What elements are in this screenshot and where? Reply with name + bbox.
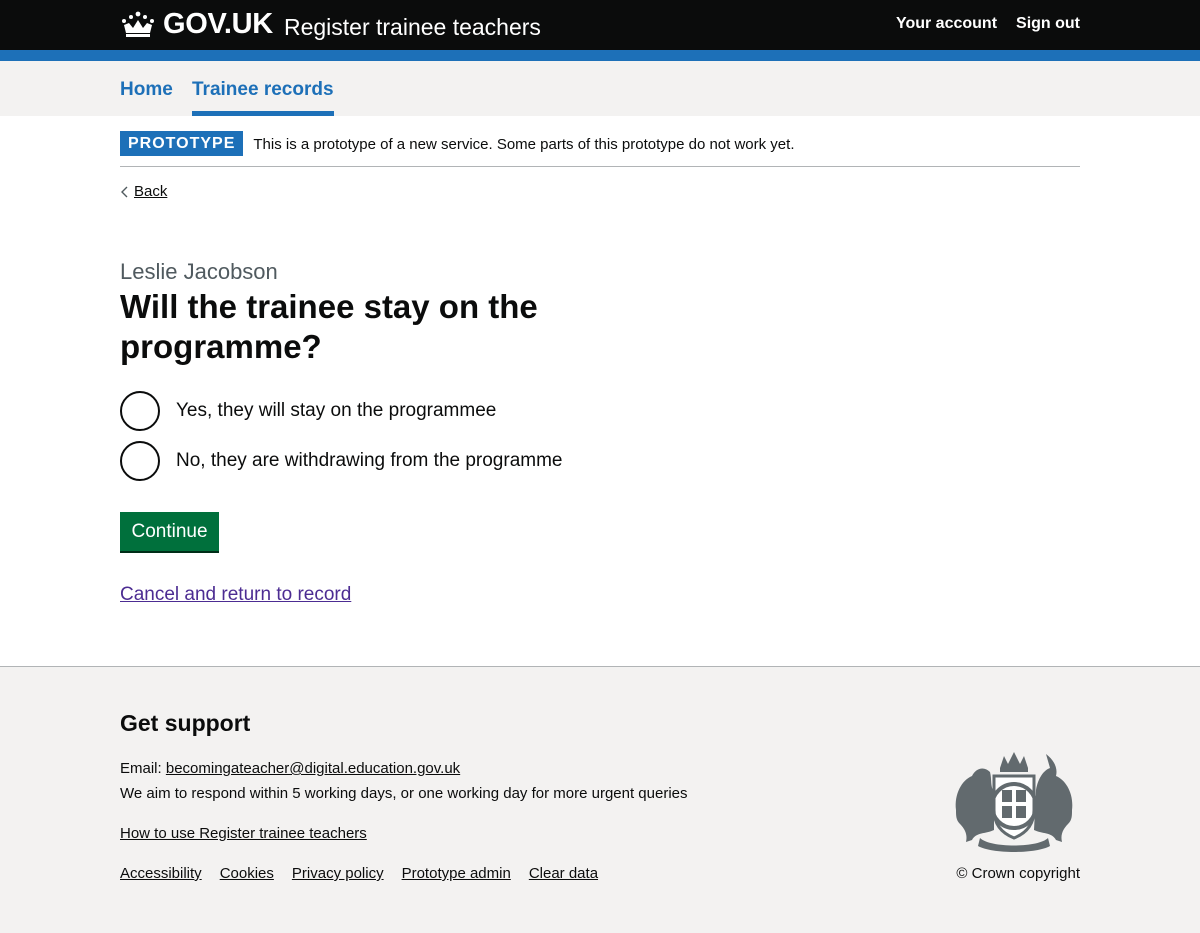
header-blue-bar	[0, 50, 1200, 61]
phase-banner-text: This is a prototype of a new service. So…	[253, 136, 795, 153]
footer-link-privacy[interactable]: Privacy policy	[292, 865, 384, 882]
footer-link-prototype-admin[interactable]: Prototype admin	[402, 865, 511, 882]
footer-links: Accessibility Cookies Privacy policy Pro…	[120, 865, 598, 882]
radio-withdraw[interactable]: No, they are withdrawing from the progra…	[120, 441, 563, 481]
service-name[interactable]: Register trainee teachers	[284, 14, 541, 41]
email-label: Email:	[120, 760, 162, 777]
footer-link-clear-data[interactable]: Clear data	[529, 865, 598, 882]
footer-link-accessibility[interactable]: Accessibility	[120, 865, 202, 882]
site-header: GOV.UK Register trainee teachers Your ac…	[0, 0, 1200, 50]
crown-copyright[interactable]: © Crown copyright	[956, 865, 1080, 882]
sign-out-link[interactable]: Sign out	[1016, 15, 1080, 33]
govuk-logotype: GOV.UK	[163, 8, 273, 40]
govuk-home-link[interactable]: GOV.UK Register trainee teachers	[120, 8, 541, 41]
site-footer: Get support Email: becomingateacher@digi…	[0, 666, 1200, 933]
page-title: Will the trainee stay on the programme?	[120, 288, 538, 365]
nav-home[interactable]: Home	[120, 61, 173, 116]
how-to-use-link[interactable]: How to use Register trainee teachers	[120, 825, 367, 842]
back-link-label: Back	[134, 183, 168, 200]
footer-email-line: Email: becomingateacher@digital.educatio…	[120, 760, 460, 777]
support-email-link[interactable]: becomingateacher@digital.education.gov.u…	[166, 760, 460, 777]
radio-stay[interactable]: Yes, they will stay on the programmee	[120, 391, 496, 431]
radio-stay-input[interactable]	[120, 391, 160, 431]
nav-trainee-records[interactable]: Trainee records	[192, 61, 334, 116]
crown-icon	[122, 11, 154, 37]
chevron-left-icon	[121, 186, 128, 197]
trainee-name-caption: Leslie Jacobson	[120, 259, 278, 284]
your-account-link[interactable]: Your account	[896, 15, 997, 33]
cancel-link[interactable]: Cancel and return to record	[120, 584, 351, 606]
prototype-tag: PROTOTYPE	[120, 131, 244, 156]
royal-coat-of-arms-icon	[955, 752, 1073, 852]
primary-navigation: Home Trainee records	[0, 61, 1200, 116]
footer-link-cookies[interactable]: Cookies	[220, 865, 274, 882]
radio-withdraw-label[interactable]: No, they are withdrawing from the progra…	[176, 450, 563, 472]
header-navigation: Your account Sign out	[896, 15, 1080, 33]
footer-title: Get support	[120, 710, 251, 736]
continue-button[interactable]: Continue	[120, 512, 219, 551]
phase-banner: PROTOTYPE This is a prototype of a new s…	[120, 131, 1080, 167]
radio-stay-label[interactable]: Yes, they will stay on the programmee	[176, 400, 496, 422]
back-link[interactable]: Back	[120, 183, 167, 200]
response-time-text: We aim to respond within 5 working days,…	[120, 785, 688, 802]
radio-withdraw-input[interactable]	[120, 441, 160, 481]
